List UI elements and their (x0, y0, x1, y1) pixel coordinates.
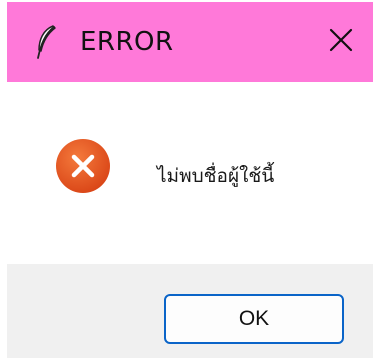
ok-button[interactable]: OK (164, 294, 344, 344)
close-icon (328, 27, 354, 57)
window-title: ERROR (80, 27, 174, 57)
error-x-icon (55, 138, 111, 194)
dialog-footer: OK (7, 264, 373, 358)
dialog-content: ไม่พบชื่อผู้ใช้นี้ (7, 82, 373, 264)
title-bar[interactable]: ERROR (7, 2, 373, 82)
close-button[interactable] (321, 22, 361, 62)
feather-icon (33, 24, 59, 60)
error-dialog-window: ERROR ไม่พบชื่อผู้ใช้นี้ OK (0, 0, 373, 358)
error-message: ไม่พบชื่อผู้ใช้นี้ (157, 165, 275, 187)
